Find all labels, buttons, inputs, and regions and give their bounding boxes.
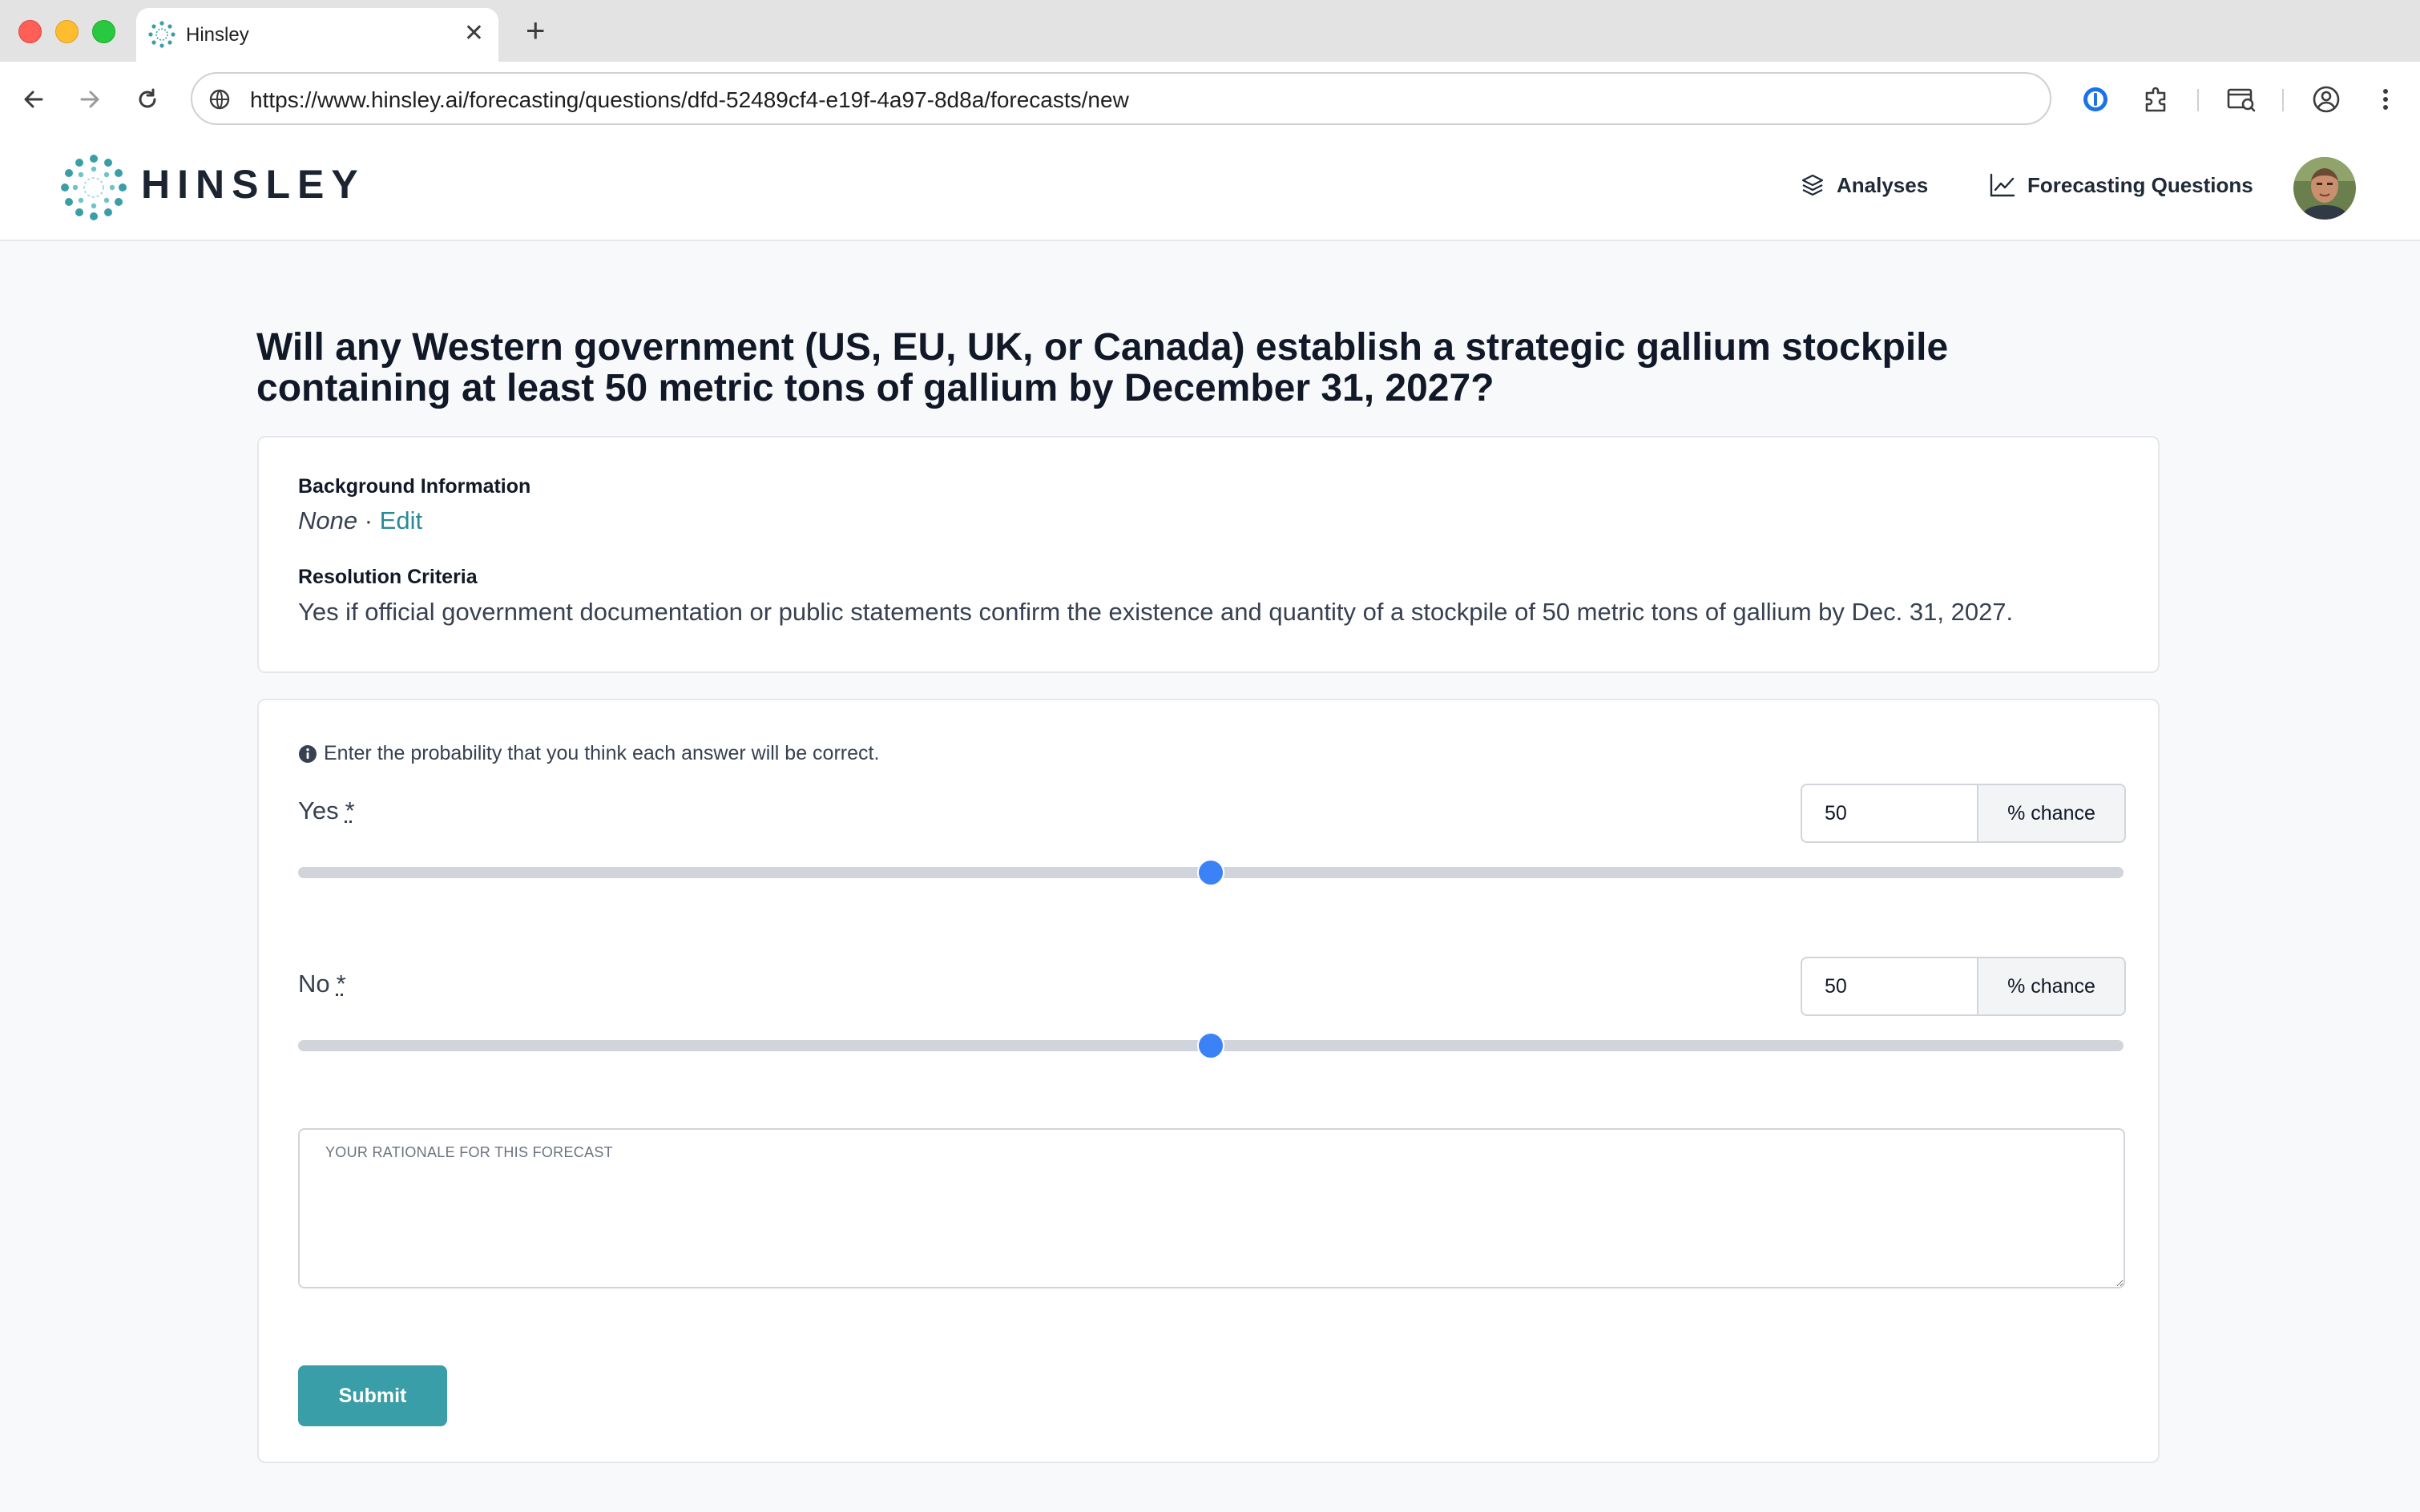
no-probability-group: % chance	[1801, 957, 2126, 1016]
browser-tab-active[interactable]: Hinsley ✕	[136, 8, 498, 62]
extensions-puzzle-icon[interactable]	[2140, 83, 2173, 116]
tab-search-icon[interactable]	[2224, 83, 2258, 116]
question-details-card: Background Information None · Edit Resol…	[257, 436, 2160, 673]
minimize-window-button[interactable]	[55, 20, 79, 43]
no-probability-slider[interactable]	[298, 1032, 2124, 1059]
info-icon	[299, 744, 317, 763]
nav-analyses[interactable]: Analyses	[1800, 172, 1928, 198]
rationale-textarea[interactable]	[298, 1128, 2125, 1288]
layers-icon	[1801, 174, 1824, 196]
answer-yes-text: Yes	[298, 796, 339, 825]
yes-probability-input[interactable]	[1801, 784, 1977, 843]
required-marker: *	[336, 970, 346, 998]
address-bar[interactable]: https://www.hinsley.ai/forecasting/quest…	[191, 72, 2051, 125]
background-value-row: None · Edit	[298, 506, 422, 535]
no-slider-thumb[interactable]	[1197, 1032, 1224, 1059]
required-marker: *	[345, 796, 355, 825]
no-probability-input[interactable]	[1801, 957, 1977, 1016]
yes-probability-group: % chance	[1801, 784, 2126, 843]
nav-analyses-label: Analyses	[1837, 172, 1929, 197]
edit-background-link[interactable]: Edit	[380, 506, 422, 534]
hinsley-logo-icon[interactable]	[61, 155, 127, 220]
user-avatar[interactable]	[2293, 157, 2356, 220]
forward-arrow-icon[interactable]	[74, 83, 106, 115]
logo-text[interactable]: HINSLEY	[141, 161, 365, 208]
resolution-value: Yes if official government documentation…	[298, 598, 2014, 626]
yes-slider-thumb[interactable]	[1197, 859, 1224, 886]
background-value: None	[298, 506, 358, 534]
browser-toolbar: https://www.hinsley.ai/forecasting/quest…	[0, 62, 2420, 139]
resolution-label: Resolution Criteria	[298, 566, 478, 588]
yes-percent-addon: % chance	[1977, 784, 2126, 843]
nav-forecasting-questions-label: Forecasting Questions	[2027, 172, 2253, 197]
question-title: Will any Western government (US, EU, UK,…	[256, 326, 1949, 409]
forecast-form-card: Enter the probability that you think eac…	[257, 699, 2160, 1463]
tab-close-icon[interactable]: ✕	[464, 20, 484, 47]
close-window-button[interactable]	[18, 20, 42, 43]
nav-forecasting-questions[interactable]: Forecasting Questions	[1989, 172, 2253, 198]
maximize-window-button[interactable]	[92, 20, 115, 43]
background-separator: ·	[357, 506, 380, 534]
no-percent-addon: % chance	[1977, 957, 2126, 1016]
new-tab-button[interactable]: +	[526, 11, 546, 50]
url-text: https://www.hinsley.ai/forecasting/quest…	[250, 87, 1129, 112]
answer-yes-label: Yes *	[298, 796, 355, 825]
tab-title: Hinsley	[186, 24, 249, 46]
probability-hint-text: Enter the probability that you think eac…	[324, 742, 880, 764]
user-avatar-image	[2293, 157, 2356, 220]
answer-no-text: No	[298, 970, 330, 998]
submit-button[interactable]: Submit	[298, 1365, 447, 1426]
reload-icon[interactable]	[131, 83, 163, 115]
browser-tab-bar: Hinsley ✕ +	[0, 0, 2420, 62]
answer-no-label: No *	[298, 970, 346, 998]
probability-hint: Enter the probability that you think eac…	[298, 742, 879, 765]
background-label: Background Information	[298, 475, 531, 498]
profile-icon[interactable]	[2309, 83, 2343, 116]
hinsley-favicon-icon	[148, 21, 175, 48]
more-menu-icon[interactable]	[2369, 83, 2402, 116]
toolbar-separator	[2197, 89, 2199, 111]
back-arrow-icon[interactable]	[18, 83, 50, 115]
yes-probability-slider[interactable]	[298, 859, 2124, 886]
site-info-icon[interactable]	[207, 87, 232, 112]
toolbar-separator	[2282, 89, 2284, 111]
password-manager-icon[interactable]	[2079, 83, 2112, 116]
line-chart-icon	[1990, 173, 2015, 197]
app-header: HINSLEY Analyses Forecasting Questions	[0, 137, 2420, 241]
